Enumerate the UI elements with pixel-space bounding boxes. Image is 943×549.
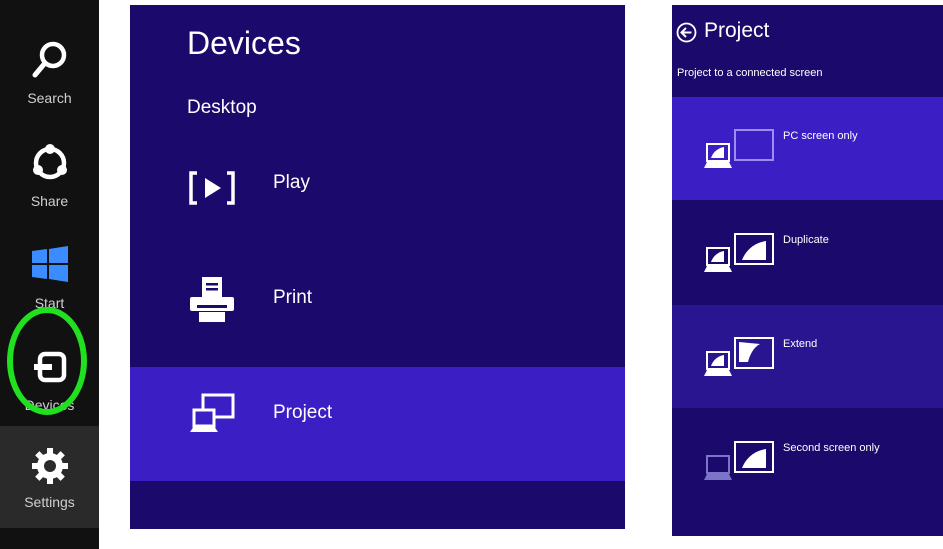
project-option-label: Extend bbox=[783, 338, 818, 350]
project-option-label: Duplicate bbox=[783, 234, 829, 246]
charm-devices[interactable]: Devices bbox=[0, 317, 99, 419]
charm-settings[interactable]: Settings bbox=[0, 426, 99, 528]
device-item-project[interactable]: Project bbox=[130, 367, 625, 481]
charm-share-label: Share bbox=[30, 193, 69, 209]
search-icon bbox=[32, 41, 67, 78]
charm-search[interactable]: Search bbox=[0, 10, 99, 112]
devices-panel: Devices Desktop Play Print Project bbox=[130, 5, 625, 529]
project-subtitle: Project to a connected screen bbox=[677, 67, 823, 79]
pc-screen-only-icon bbox=[704, 129, 774, 168]
charms-bar: Search Share Start Devices Settings bbox=[0, 0, 99, 549]
project-option-duplicate[interactable]: Duplicate bbox=[672, 201, 943, 304]
project-panel: Project Project to a connected screen PC… bbox=[672, 5, 943, 536]
project-option-label: PC screen only bbox=[783, 130, 858, 142]
charm-devices-label: Devices bbox=[24, 397, 75, 413]
devices-icon bbox=[34, 351, 67, 383]
charm-start-label: Start bbox=[34, 295, 65, 311]
project-title: Project bbox=[704, 19, 770, 42]
device-item-play[interactable]: Play bbox=[130, 135, 625, 249]
device-item-print[interactable]: Print bbox=[130, 253, 625, 367]
gear-icon bbox=[32, 448, 68, 484]
project-option-label: Second screen only bbox=[783, 442, 880, 454]
device-item-play-label: Play bbox=[273, 172, 310, 193]
device-item-print-label: Print bbox=[273, 287, 313, 308]
duplicate-icon bbox=[704, 233, 774, 272]
share-icon bbox=[33, 144, 67, 180]
second-screen-only-icon bbox=[704, 441, 774, 480]
back-arrow-icon[interactable] bbox=[676, 22, 697, 43]
devices-title: Devices bbox=[187, 25, 301, 61]
device-item-project-label: Project bbox=[273, 402, 333, 423]
windows-logo-icon bbox=[32, 246, 68, 282]
extend-icon bbox=[704, 337, 774, 376]
devices-subtitle: Desktop bbox=[187, 97, 257, 118]
project-option-extend[interactable]: Extend bbox=[672, 305, 943, 408]
printer-icon bbox=[190, 277, 234, 322]
project-option-pc-screen-only[interactable]: PC screen only bbox=[672, 97, 943, 200]
charm-share[interactable]: Share bbox=[0, 113, 99, 215]
charm-search-label: Search bbox=[27, 90, 72, 106]
project-option-second-screen-only[interactable]: Second screen only bbox=[672, 409, 943, 512]
project-icon bbox=[190, 393, 235, 432]
charm-start[interactable]: Start bbox=[0, 215, 99, 317]
play-icon bbox=[189, 171, 235, 205]
charm-settings-label: Settings bbox=[24, 494, 75, 510]
